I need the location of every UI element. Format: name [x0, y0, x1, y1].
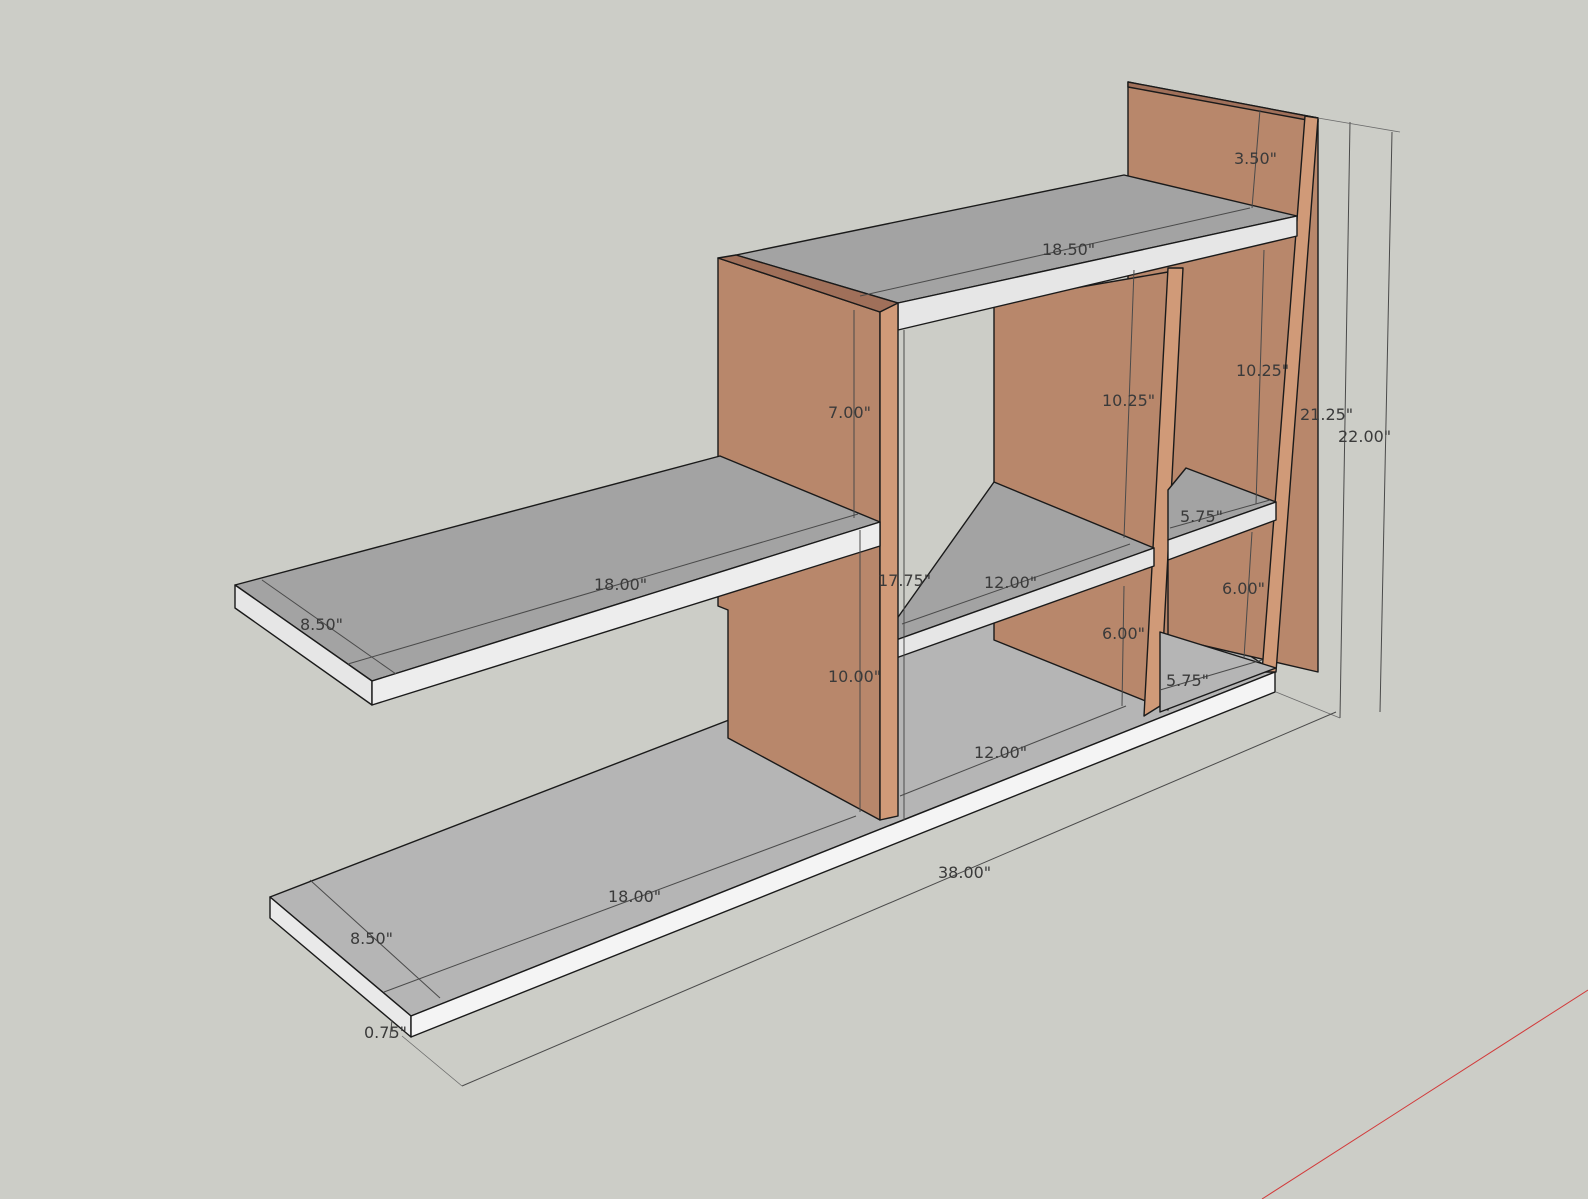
- dim-overall-length: 38.00": [938, 863, 991, 882]
- dim-overall-inner-height: 21.25": [1300, 405, 1353, 424]
- dim-overall-height: 22.00": [1338, 427, 1391, 446]
- center-back-panel: [993, 271, 1169, 711]
- dim-right-lower-height: 6.00": [1222, 579, 1265, 598]
- dim-back-top-height: 3.50": [1234, 149, 1277, 168]
- dim-mid-shelf-length: 12.00": [984, 573, 1037, 592]
- left-tall-panel-front-edge: [879, 302, 899, 821]
- dim-bottom-shelf-depth: 8.50": [350, 929, 393, 948]
- dim-left-shelf-length: 18.00": [594, 575, 647, 594]
- bookshelf-model-viewport[interactable]: 3.50" 18.50" 7.00" 10.25" 10.25" 21.25" …: [0, 0, 1588, 1199]
- dim-left-panel-lower: 10.00": [828, 667, 881, 686]
- dim-left-panel-upper: 7.00": [828, 403, 871, 422]
- red-axis-line: [1261, 989, 1588, 1199]
- dim-middle-upper-height: 10.25": [1102, 391, 1155, 410]
- dim-top-shelf-length: 18.50": [1042, 240, 1095, 259]
- dim-left-shelf-depth: 8.50": [300, 615, 343, 634]
- dim-bottom-shelf-length: 18.00": [608, 887, 661, 906]
- dim-bottom-inner-length: 12.00": [974, 743, 1027, 762]
- dim-divider-height: 17.75": [878, 571, 931, 590]
- dim-board-thickness: 0.75": [364, 1023, 407, 1042]
- dim-small-shelf-depth-low: 5.75": [1166, 671, 1209, 690]
- dim-small-shelf-depth-mid: 5.75": [1180, 507, 1223, 526]
- dim-right-upper-height: 10.25": [1236, 361, 1289, 380]
- dim-middle-lower-height: 6.00": [1102, 624, 1145, 643]
